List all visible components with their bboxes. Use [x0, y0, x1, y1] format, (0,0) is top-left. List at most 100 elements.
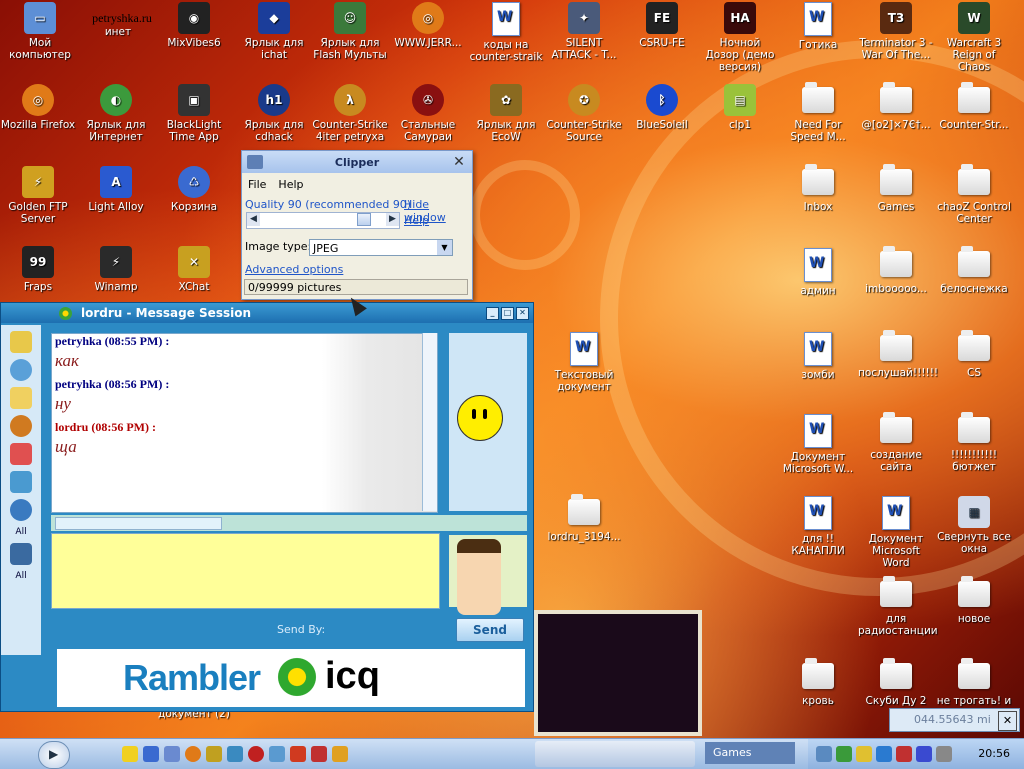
tray-icon[interactable] [836, 746, 852, 762]
close-icon[interactable]: ✕ [450, 153, 468, 171]
desktop-icon-games[interactable]: Games [858, 164, 934, 213]
desktop-icon-codes[interactable]: коды на counter-straik [468, 2, 544, 63]
tray-icon[interactable] [876, 746, 892, 762]
messenger-icon[interactable] [269, 746, 285, 762]
desktop-icon-ecow[interactable]: ✿ Ярлык для EcoW [468, 84, 544, 143]
start-button[interactable] [38, 741, 70, 769]
notes-icon[interactable] [10, 331, 32, 353]
contacts-icon[interactable] [10, 543, 32, 565]
desktop-icon-www-jerr[interactable]: ◎ WWW.JERR... [390, 2, 466, 49]
desktop-icon-budget[interactable]: !!!!!!!!!!! бютжет [936, 412, 1012, 473]
chevron-down-icon[interactable]: ▼ [437, 240, 452, 255]
desktop-icon-recycle-bin[interactable]: ♺ Корзина [156, 166, 232, 213]
slider-right-arrow-icon[interactable]: ▶ [386, 213, 399, 226]
desktop-icon-blood[interactable]: кровь [780, 658, 856, 707]
desktop-icon-silent-attack[interactable]: ✦ SILENT ATTACK - T... [546, 2, 622, 61]
desktop-icon-my-computer[interactable]: ▭ Мой компьютер [2, 2, 78, 61]
chat-scrollbar[interactable] [422, 333, 437, 511]
desktop-icon-internet[interactable]: ◐ Ярлык для Интернет [78, 84, 154, 143]
desktop-icon-cs[interactable]: CS [936, 330, 1012, 379]
advanced-options-link[interactable]: Advanced options [245, 263, 343, 276]
desktop-icon-radio[interactable]: для радиостанции [858, 576, 938, 637]
maximize-icon[interactable]: □ [501, 307, 514, 320]
volume-icon[interactable] [936, 746, 952, 762]
monkey-icon[interactable] [10, 415, 32, 437]
desktop-icon-golden-ftp[interactable]: ⚡ Golden FTP Server [0, 166, 76, 225]
task-games[interactable]: Games [705, 742, 795, 764]
desktop-icon-show-desktop[interactable]: ▦ Свернуть все окна [936, 496, 1012, 555]
font-bar[interactable] [55, 517, 222, 530]
app-icon[interactable] [227, 746, 243, 762]
desktop-icon-csru-fe[interactable]: FE CSRU-FE [624, 2, 700, 49]
media-icon[interactable] [311, 746, 327, 762]
desktop-icon-clp1[interactable]: ▤ clp1 [702, 84, 778, 131]
desktop-icon-xchat[interactable]: ✕ XChat [156, 246, 232, 293]
desktop-icon-ms-word-doc[interactable]: Документ Microsoft W... [780, 414, 856, 475]
desktop-icon-lordru[interactable]: lordru_3194... [546, 494, 622, 543]
slider-thumb[interactable] [357, 213, 371, 226]
close-icon[interactable]: ✕ [998, 711, 1017, 731]
desktop-icon-imbooo[interactable]: imbooooo... [858, 246, 934, 295]
media-player-bar[interactable] [535, 741, 695, 767]
tray-icon[interactable] [896, 746, 912, 762]
all-label-2[interactable]: All [1, 571, 41, 581]
help-link[interactable]: Help [404, 214, 429, 227]
bluetooth-icon[interactable] [916, 746, 932, 762]
desktop-icon-scooby[interactable]: Скуби Ду 2 [858, 658, 934, 707]
ftp-icon[interactable] [206, 746, 222, 762]
chat-icon[interactable] [10, 387, 32, 409]
desktop-icon-flash-multy[interactable]: ☺ Ярлык для Flash Мульты [312, 2, 388, 61]
desktop-icon-blacklight[interactable]: ▣ BlackLight Time App [156, 84, 232, 143]
desktop-icon-text-doc[interactable]: Текстовый документ [546, 332, 622, 393]
desktop-icon-chaoz[interactable]: chaoZ Control Center [936, 164, 1012, 225]
minimize-icon[interactable]: _ [486, 307, 499, 320]
desktop-icon-ms-word-doc-2[interactable]: Документ Microsoft Word [858, 496, 934, 569]
desktop-icon-warcraft[interactable]: W Warcraft 3 Reign of Chaos [936, 2, 1012, 73]
desktop-icon-cs-4iter[interactable]: λ Counter-Strike 4iter petryxa [312, 84, 388, 143]
desktop-icon-admin[interactable]: админ [780, 248, 856, 297]
desktop-icon-inet[interactable]: инет [80, 26, 156, 38]
desktop-icon-inbox[interactable]: Inbox [780, 164, 856, 213]
computer-icon[interactable] [143, 746, 159, 762]
all-label-1[interactable]: All [1, 527, 41, 537]
winamp-icon[interactable] [332, 746, 348, 762]
quality-slider[interactable]: ◀ ▶ [246, 212, 400, 229]
video-window[interactable] [534, 610, 702, 736]
desktop-icon-winamp[interactable]: ⚡ Winamp [78, 246, 154, 293]
desktop-icon-dont-touch[interactable]: не трогать! и [936, 658, 1012, 707]
image-type-select[interactable]: JPEG ▼ [309, 239, 453, 256]
desktop-icon-cs-source[interactable]: ✪ Counter-Strike Source [546, 84, 622, 143]
game-icon[interactable] [290, 746, 306, 762]
desktop-icon-mixvibes[interactable]: ◉ MixVibes6 [156, 2, 232, 49]
send-button[interactable]: Send [456, 618, 524, 642]
clipper-titlebar[interactable]: Clipper ✕ [242, 151, 472, 173]
clock[interactable]: 20:56 [978, 747, 1010, 760]
firefox-icon[interactable] [185, 746, 201, 762]
desktop-icon-new[interactable]: новое [936, 576, 1012, 625]
webcam-icon[interactable] [10, 499, 32, 521]
microphone-icon[interactable] [10, 471, 32, 493]
message-input[interactable] [51, 533, 440, 609]
chat-history[interactable]: petryhka (08:55 PM) : как petryhka (08:5… [51, 333, 438, 513]
tray-icon[interactable] [856, 746, 872, 762]
desktop-icon-o2[interactable]: @[o2]×7€†... [858, 82, 934, 131]
desktop-icon-cdhack[interactable]: h1 Ярлык для cdhack [236, 84, 312, 143]
gift-icon[interactable] [10, 443, 32, 465]
clipper-window[interactable]: Clipper ✕ File Help Quality 90 (recommen… [241, 150, 473, 300]
desktop-icon-snow-white[interactable]: белоснежка [936, 246, 1012, 295]
globe-icon[interactable] [10, 359, 32, 381]
desktop-icon-terminator[interactable]: T3 Terminator 3 - War Of The... [858, 2, 934, 61]
tray-icon[interactable] [816, 746, 832, 762]
explorer-icon[interactable] [164, 746, 180, 762]
desktop-icon-listen[interactable]: послушай!!!!!! [858, 330, 938, 379]
close-icon[interactable]: ✕ [516, 307, 529, 320]
desktop-icon-site[interactable]: создание сайта [858, 412, 934, 473]
radiation-icon[interactable] [122, 746, 138, 762]
desktop-icon-night-watch[interactable]: HA Ночной Дозор (демо версия) [702, 2, 778, 73]
rambler-icq-banner[interactable]: Rambler icq [57, 649, 525, 707]
desktop-icon-gothic[interactable]: Готика [780, 2, 856, 51]
desktop-icon-counter-str[interactable]: Counter-Str... [936, 82, 1012, 131]
desktop-icon-firefox[interactable]: ◎ Mozilla Firefox [0, 84, 76, 131]
icq-message-window[interactable]: lordru - Message Session _ □ ✕ All All p… [0, 302, 534, 712]
desktop-icon-bluesoleil[interactable]: ᛒ BlueSoleil [624, 84, 700, 131]
